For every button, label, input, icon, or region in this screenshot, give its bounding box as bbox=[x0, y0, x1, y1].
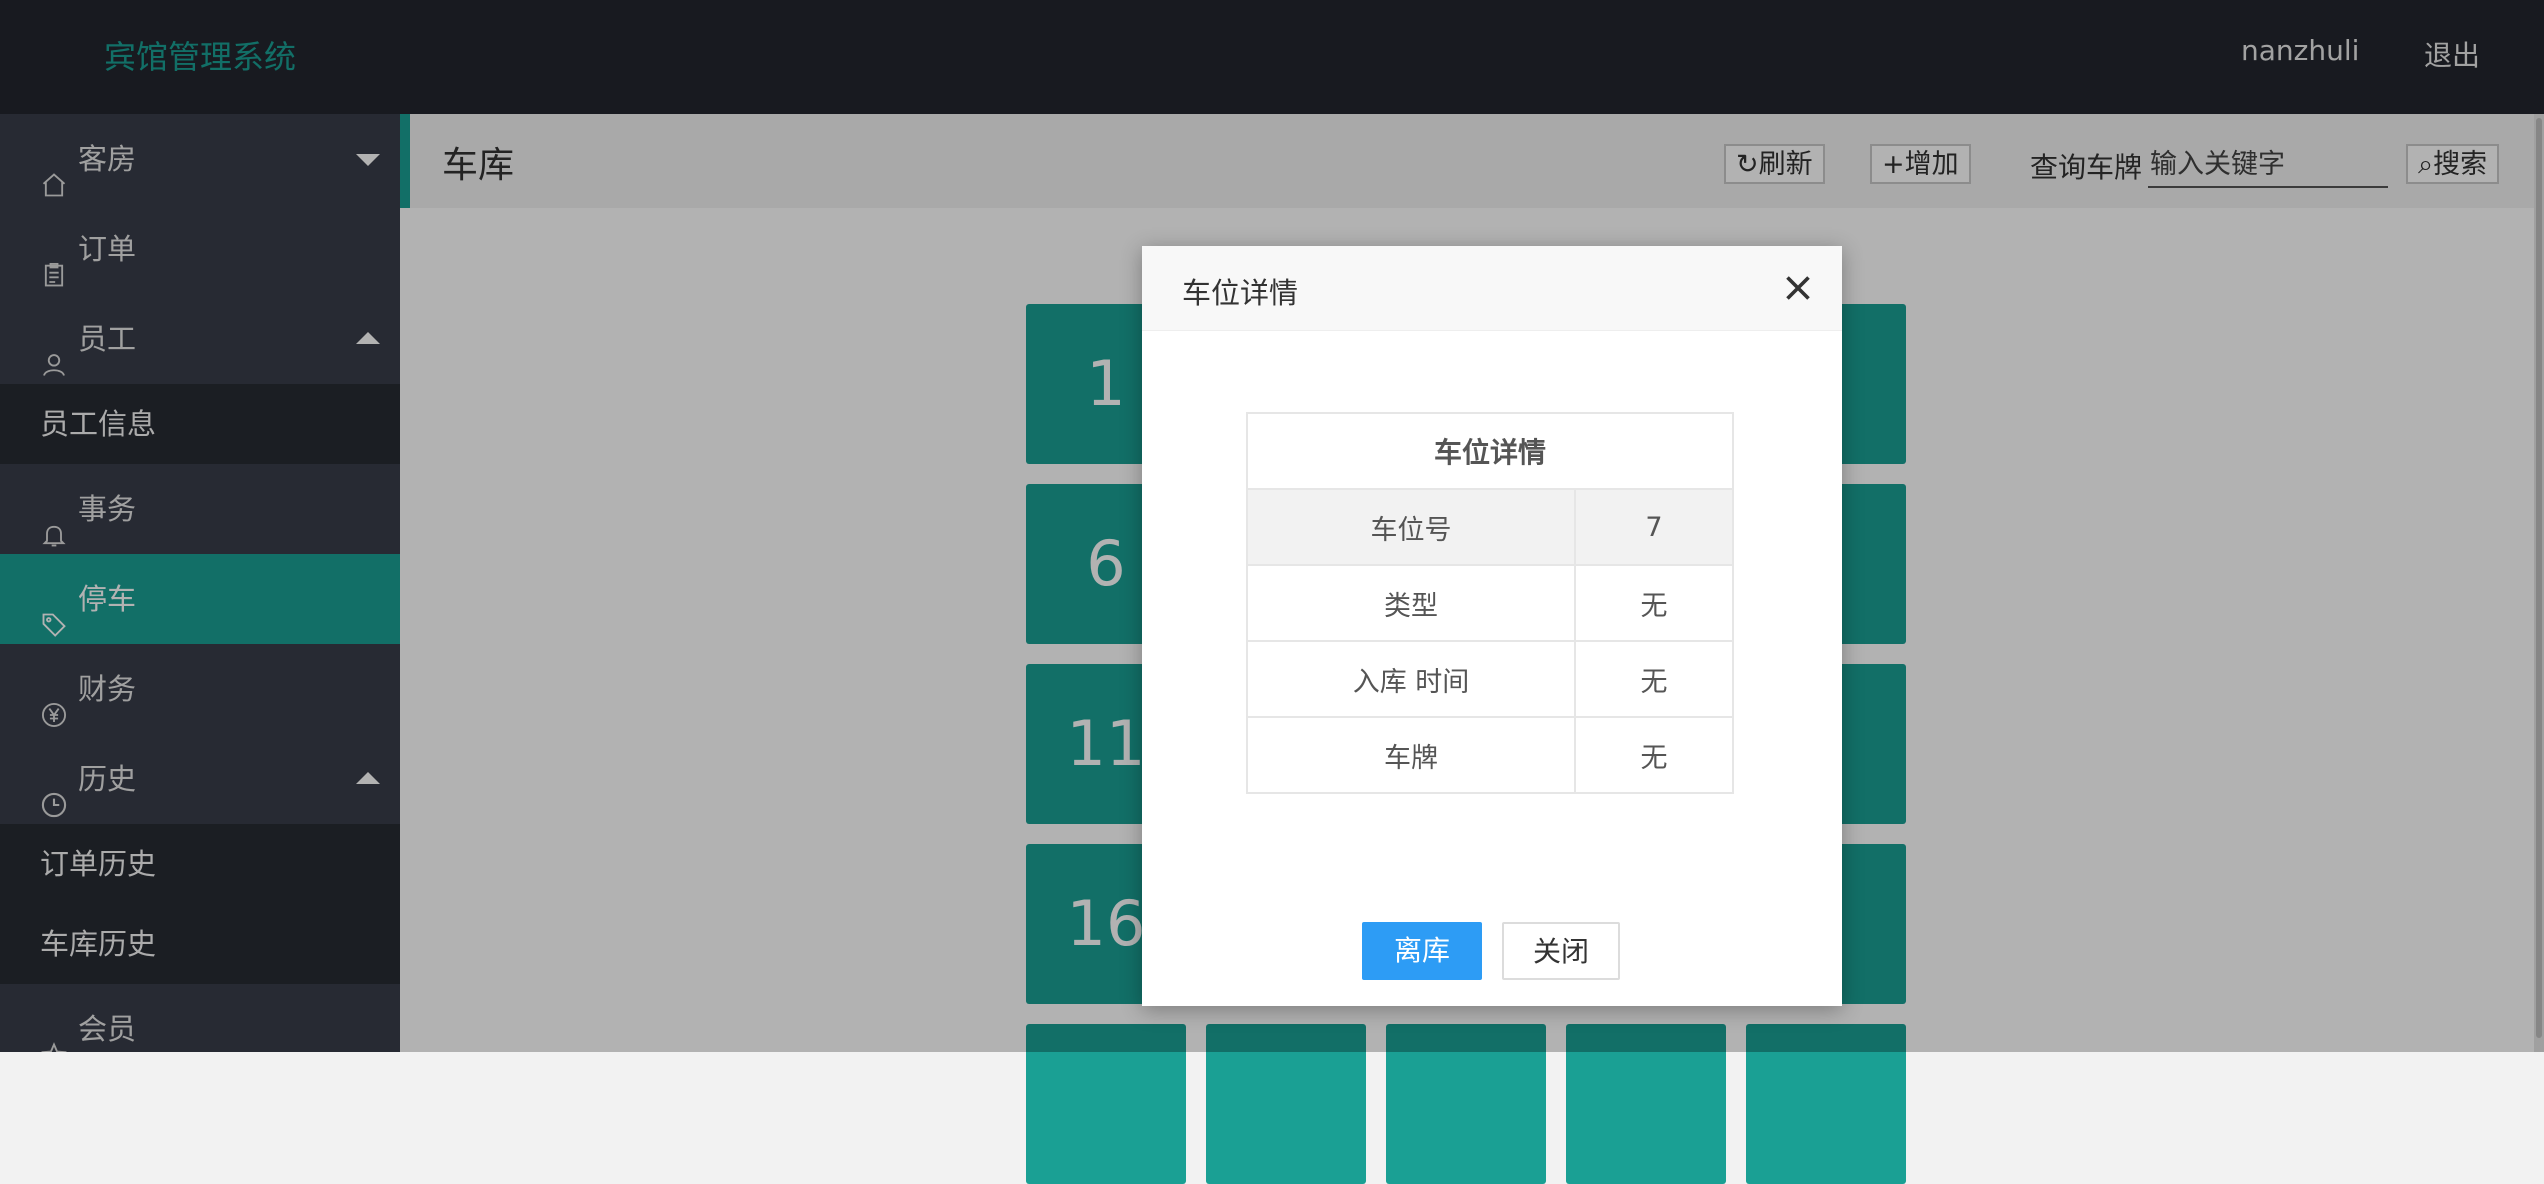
close-button[interactable]: 关闭 bbox=[1502, 922, 1620, 980]
table-value: 7 bbox=[1574, 488, 1734, 566]
table-title: 车位详情 bbox=[1246, 412, 1734, 490]
table-value: 无 bbox=[1574, 716, 1734, 794]
table-key: 入库 时间 bbox=[1246, 640, 1576, 718]
table-key: 车位号 bbox=[1246, 488, 1576, 566]
table-row: 车位号 7 bbox=[1246, 488, 1734, 566]
table-key: 车牌 bbox=[1246, 716, 1576, 794]
table-row: 类型 无 bbox=[1246, 564, 1734, 642]
close-icon[interactable] bbox=[1780, 270, 1816, 306]
table-row: 入库 时间 无 bbox=[1246, 640, 1734, 718]
table-key: 类型 bbox=[1246, 564, 1576, 642]
table-value: 无 bbox=[1574, 640, 1734, 718]
parking-detail-dialog: 车位详情 车位详情 车位号 7 类型 无 入库 时间 无 车牌 无 离库 关闭 bbox=[1142, 246, 1842, 1006]
parking-detail-table: 车位详情 车位号 7 类型 无 入库 时间 无 车牌 无 bbox=[1246, 412, 1734, 794]
dialog-header: 车位详情 bbox=[1142, 246, 1842, 331]
leave-garage-button[interactable]: 离库 bbox=[1362, 922, 1482, 980]
dialog-title: 车位详情 bbox=[1182, 276, 1299, 310]
table-row: 车牌 无 bbox=[1246, 716, 1734, 794]
table-value: 无 bbox=[1574, 564, 1734, 642]
